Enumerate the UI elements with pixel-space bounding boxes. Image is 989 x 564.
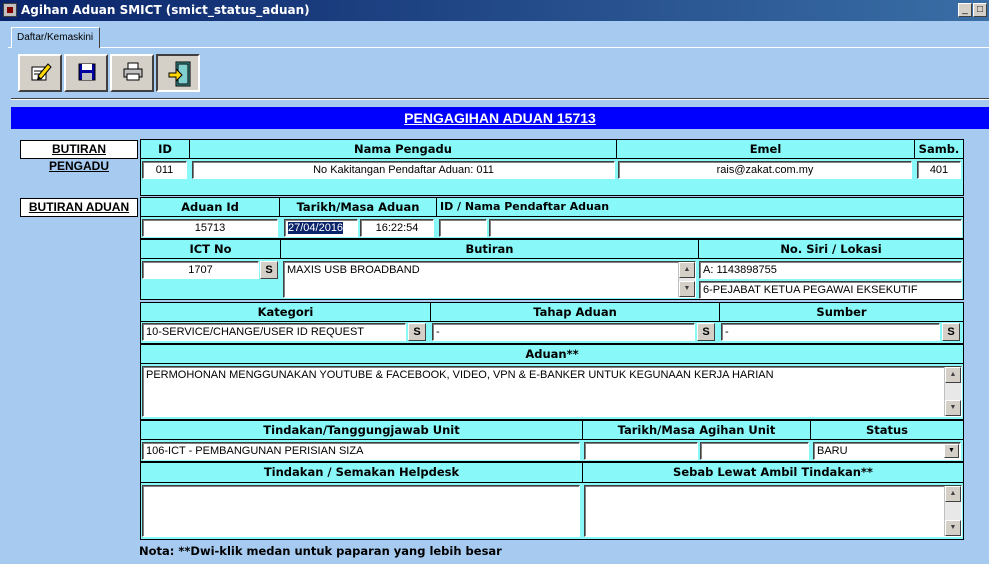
masa-aduan-field[interactable]: 16:22:54 xyxy=(360,219,434,237)
tab-daftar-kemaskini[interactable]: Daftar/Kemaskini xyxy=(11,27,101,48)
status-value: BARU xyxy=(817,445,848,457)
exit-icon xyxy=(168,61,191,87)
header-butiran: Butiran xyxy=(280,239,699,259)
sumber-search-button[interactable]: S xyxy=(942,323,960,341)
header-emel: Emel xyxy=(616,139,915,159)
scroll-down-icon[interactable]: ▼ xyxy=(679,281,695,297)
semakan-helpdesk-textarea[interactable] xyxy=(142,485,580,537)
exit-button[interactable] xyxy=(156,54,200,92)
edit-button[interactable] xyxy=(18,54,62,92)
ict-no-field[interactable]: 1707 xyxy=(142,261,259,279)
print-button[interactable] xyxy=(110,54,154,92)
aduan-textarea[interactable]: PERMOHONAN MENGGUNAKAN YOUTUBE & FACEBOO… xyxy=(142,366,962,417)
pendaftar-nama-field[interactable] xyxy=(489,219,962,237)
footer-note: Nota: **Dwi-klik medan untuk paparan yan… xyxy=(139,544,502,558)
samb-field[interactable]: 401 xyxy=(917,161,961,179)
header-samb: Samb. xyxy=(914,139,964,159)
header-ict-no: ICT No xyxy=(140,239,281,259)
header-no-siri-lokasi: No. Siri / Lokasi xyxy=(698,239,964,259)
header-tarikh-masa-aduan: Tarikh/Masa Aduan xyxy=(279,197,437,217)
kategori-search-button[interactable]: S xyxy=(408,323,426,341)
tindakan-unit-field[interactable]: 106-ICT - PEMBANGUNAN PERISIAN SIZA xyxy=(142,442,580,460)
ict-search-button[interactable]: S xyxy=(260,261,278,279)
header-status: Status xyxy=(810,420,964,440)
title-bar: Agihan Aduan SMICT (smict_status_aduan) … xyxy=(0,0,989,21)
header-id: ID xyxy=(140,139,190,159)
page-title: PENGAGIHAN ADUAN 15713 xyxy=(11,107,989,129)
header-nama-pengadu: Nama Pengadu xyxy=(189,139,617,159)
sebab-scrollbar[interactable]: ▲ ▼ xyxy=(944,486,961,536)
sebab-lewat-textarea[interactable] xyxy=(584,485,962,537)
edit-icon xyxy=(31,63,52,81)
scroll-down-icon[interactable]: ▼ xyxy=(945,520,961,536)
chevron-down-icon[interactable]: ▼ xyxy=(944,444,959,458)
header-aduan-id: Aduan Id xyxy=(140,197,280,217)
header-pendaftar-aduan: ID / Nama Pendaftar Aduan xyxy=(436,197,964,217)
section-butiran-aduan: BUTIRAN ADUAN xyxy=(20,198,138,217)
header-aduan: Aduan** xyxy=(140,344,964,364)
lokasi-field[interactable]: 6-PEJABAT KETUA PEGAWAI EKSEKUTIF xyxy=(699,281,962,299)
scroll-up-icon[interactable]: ▲ xyxy=(945,486,961,502)
sumber-field[interactable]: - xyxy=(721,323,940,341)
tahap-aduan-field[interactable]: - xyxy=(432,323,695,341)
header-sebab-lewat: Sebab Lewat Ambil Tindakan** xyxy=(582,462,964,483)
toolbar-separator xyxy=(11,98,989,100)
app-icon[interactable] xyxy=(3,3,17,17)
butiran-scrollbar[interactable]: ▲ ▼ xyxy=(678,262,695,297)
tarikh-aduan-value: 27/04/2016 xyxy=(288,222,344,234)
scroll-down-icon[interactable]: ▼ xyxy=(945,400,961,416)
header-tindakan-unit: Tindakan/Tanggungjawab Unit xyxy=(140,420,583,440)
maximize-button[interactable]: □ xyxy=(973,3,987,17)
kategori-field[interactable]: 10-SERVICE/CHANGE/USER ID REQUEST xyxy=(142,323,406,341)
status-select[interactable]: BARU ▼ xyxy=(813,442,961,460)
header-tarikh-agihan: Tarikh/Masa Agihan Unit xyxy=(582,420,811,440)
header-semakan-helpdesk: Tindakan / Semakan Helpdesk xyxy=(140,462,583,483)
header-kategori: Kategori xyxy=(140,302,431,322)
minimize-button[interactable]: _ xyxy=(958,3,972,17)
emel-field[interactable]: rais@zakat.com.my xyxy=(618,161,912,179)
nama-pengadu-field[interactable]: No Kakitangan Pendaftar Aduan: 011 xyxy=(192,161,615,179)
print-icon xyxy=(123,62,143,81)
tarikh-agihan-field[interactable] xyxy=(584,442,698,460)
scroll-up-icon[interactable]: ▲ xyxy=(679,262,695,278)
no-siri-field[interactable]: A: 1143898755 xyxy=(699,261,962,279)
save-icon xyxy=(78,63,96,81)
header-tahap-aduan: Tahap Aduan xyxy=(430,302,720,322)
pengadu-id-field[interactable]: 011 xyxy=(142,161,187,179)
pendaftar-id-field[interactable] xyxy=(439,219,487,237)
save-button[interactable] xyxy=(64,54,108,92)
masa-agihan-field[interactable] xyxy=(700,442,809,460)
window-title: Agihan Aduan SMICT (smict_status_aduan) xyxy=(21,3,310,17)
butiran-field[interactable]: MAXIS USB BROADBAND xyxy=(283,261,696,298)
tab-divider xyxy=(8,47,989,48)
tahap-search-button[interactable]: S xyxy=(697,323,715,341)
aduan-scrollbar[interactable]: ▲ ▼ xyxy=(944,367,961,416)
tarikh-aduan-field[interactable]: 27/04/2016 xyxy=(284,219,358,237)
section-butiran-pengadu: BUTIRAN PENGADU xyxy=(20,140,138,173)
aduan-id-field[interactable]: 15713 xyxy=(142,219,278,237)
header-sumber: Sumber xyxy=(719,302,964,322)
scroll-up-icon[interactable]: ▲ xyxy=(945,367,961,383)
